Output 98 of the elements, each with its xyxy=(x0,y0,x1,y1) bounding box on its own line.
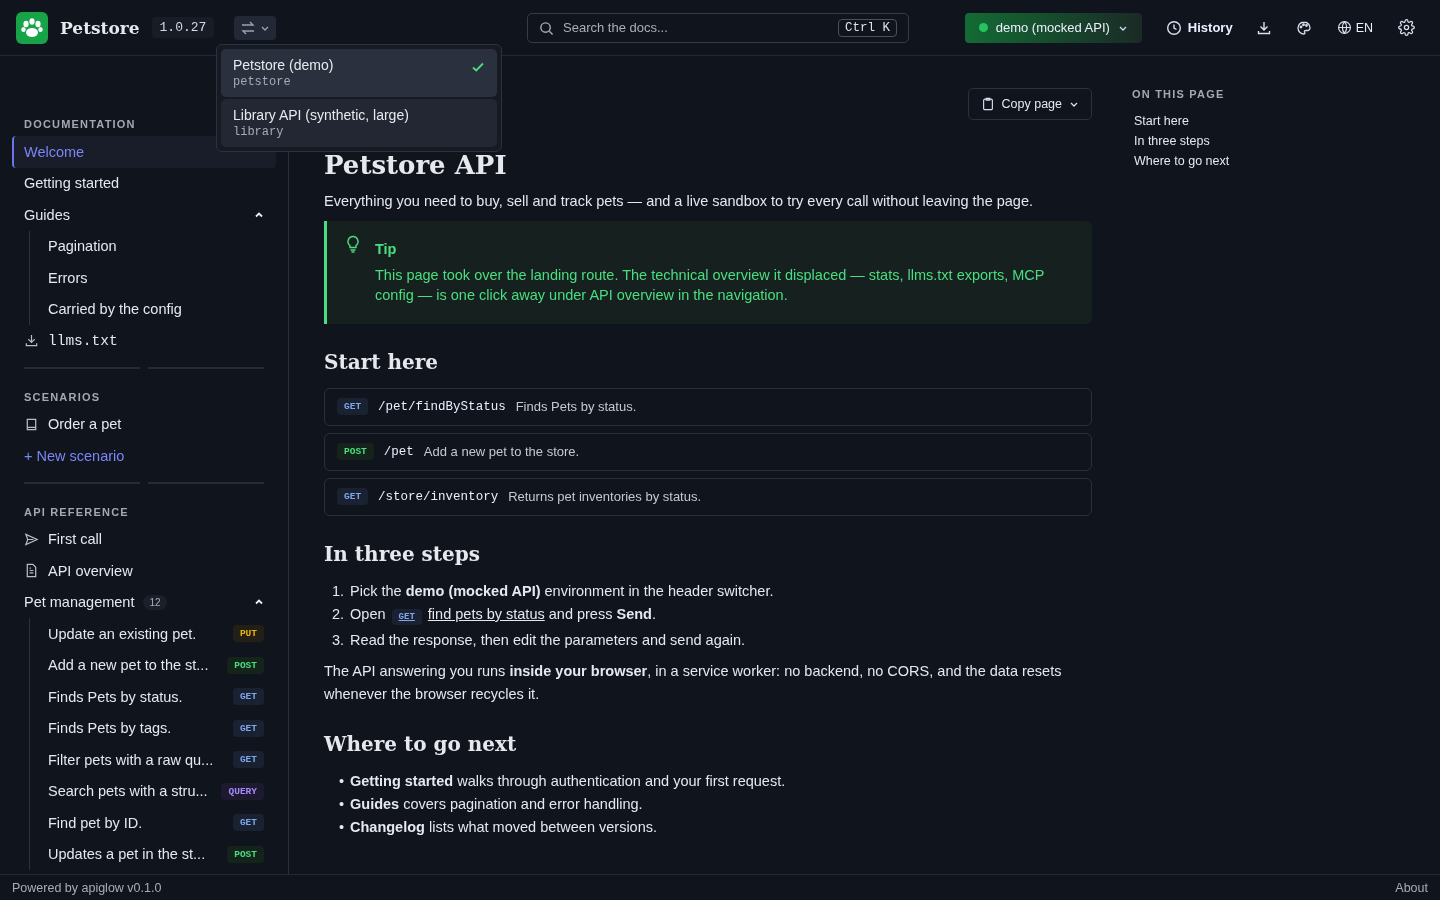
nav-group[interactable]: Guides xyxy=(12,199,276,231)
download-icon xyxy=(24,333,39,349)
clipboard-icon xyxy=(980,97,995,111)
bullet-text: Guides covers pagination and error handling. xyxy=(350,794,643,814)
product-name: Petstore xyxy=(60,17,140,38)
step-text: Read the response, then edit the parameters and send again. xyxy=(350,631,746,648)
tip-text: This page took over the landing route. The technical overview it displaced — stats, llms.txt exports, MCP config — is one click away under API overview in the navigation. xyxy=(375,266,1046,306)
language-button[interactable]: EN xyxy=(1326,14,1383,41)
section-heading: In three steps xyxy=(324,541,482,566)
document-icon xyxy=(24,563,39,579)
history-button[interactable]: History xyxy=(1157,13,1241,42)
nav-item[interactable]: Finds Pets by status. GET xyxy=(36,681,276,713)
api-slug: library xyxy=(233,125,285,139)
bullet-text: Getting started walks through authentication and your first request. xyxy=(350,771,786,791)
step-text: Pick the demo (mocked API) environment in the header switcher. xyxy=(350,582,774,599)
copy-page-button[interactable]: Copy page xyxy=(967,88,1092,120)
shortcut-key: Ctrl K xyxy=(838,18,897,37)
api-name: Library API (synthetic, large) xyxy=(233,107,409,123)
checkmark-icon xyxy=(471,60,485,74)
nav-item[interactable]: API overview xyxy=(12,555,276,587)
paw-logo-icon xyxy=(16,11,48,44)
endpoint-summary: Returns pet inventories by status. xyxy=(508,489,702,505)
method-badge: GET xyxy=(232,751,264,769)
method-badge: GET xyxy=(337,488,369,506)
method-badge: GET xyxy=(391,608,422,625)
nav-item[interactable]: First call xyxy=(12,523,276,555)
bullet-mark: • xyxy=(337,771,344,791)
method-badge: GET xyxy=(337,398,369,416)
nav-item[interactable]: Order a pet xyxy=(12,408,276,440)
search-icon xyxy=(539,20,554,36)
globe-icon xyxy=(1336,20,1352,35)
list-number: 3. xyxy=(332,630,345,650)
nav-item[interactable]: Add a new pet to the st... POST xyxy=(36,649,276,681)
section-heading: API REFERENCE xyxy=(23,505,130,520)
intro-text: Everything you need to buy, sell and track pets — and a live sandbox to try every call without leaving the page. xyxy=(324,193,1035,210)
section-heading: DOCUMENTATION xyxy=(23,118,137,132)
nav-item[interactable]: Update an existing pet. PUT xyxy=(36,618,276,650)
lightbulb-icon xyxy=(345,235,361,254)
nav-item[interactable]: Carried by the config xyxy=(36,293,276,325)
toc-link[interactable]: In three steps xyxy=(1132,134,1230,148)
endpoint-path: /store/inventory xyxy=(378,489,499,504)
nav-item[interactable]: llms.txt xyxy=(12,325,276,357)
method-badge: POST xyxy=(227,845,264,863)
environment-selector[interactable]: demo (mocked API) xyxy=(964,12,1142,43)
swap-arrows-icon xyxy=(240,19,257,36)
step-text: and press Send. xyxy=(548,605,656,622)
page-title: Petstore API xyxy=(324,150,508,182)
bullet-mark: • xyxy=(337,817,344,837)
method-badge: POST xyxy=(227,656,264,674)
api-option[interactable]: Library API (synthetic, large) library xyxy=(221,99,497,147)
toc-link[interactable]: Start here xyxy=(1132,114,1230,128)
endpoint-card[interactable]: POST /pet Add a new pet to the store. xyxy=(324,432,1092,471)
method-badge: POST xyxy=(337,443,374,461)
powered-by-text: Powered by apiglow v0.1.0 xyxy=(12,880,162,895)
nav-item[interactable]: Search pets with a stru... QUERY xyxy=(36,775,276,807)
nav-item[interactable]: Filter pets with a raw qu... GET xyxy=(36,744,276,776)
endpoint-card[interactable]: GET /pet/findByStatus Finds Pets by status. xyxy=(324,387,1092,426)
count-badge: 12 xyxy=(143,594,167,610)
method-badge: GET xyxy=(232,688,264,706)
nav-item[interactable]: Pagination xyxy=(36,230,276,262)
list-number: 1. xyxy=(332,581,345,601)
toc-link[interactable]: Where to go next xyxy=(1132,154,1230,168)
method-badge: GET xyxy=(232,719,264,737)
book-icon xyxy=(24,416,39,432)
section-heading: SCENARIOS xyxy=(23,390,102,405)
endpoint-summary: Finds Pets by status. xyxy=(515,399,637,415)
endpoint-link[interactable]: find pets by status xyxy=(427,605,545,622)
toc-heading: ON THIS PAGE xyxy=(1132,88,1226,100)
api-name: Petstore (demo) xyxy=(233,57,334,73)
nav-item[interactable]: Finds Pets by tags. GET xyxy=(36,712,276,744)
list-number: 2. xyxy=(332,604,345,624)
nav-group[interactable]: Pet management 12 xyxy=(12,586,276,618)
bullet-text: Changelog lists what moved between versions. xyxy=(350,817,658,837)
about-link[interactable]: About xyxy=(1395,880,1428,895)
new-scenario-link[interactable]: + New scenario xyxy=(12,440,276,472)
tip-title: Tip xyxy=(375,241,398,258)
step-text: Open xyxy=(350,605,386,622)
endpoint-path: /pet xyxy=(383,444,414,459)
method-badge: PUT xyxy=(232,625,264,643)
nav-item[interactable]: Getting started xyxy=(12,167,276,199)
send-icon xyxy=(24,531,39,547)
endpoint-summary: Add a new pet to the store. xyxy=(423,444,580,460)
method-badge: GET xyxy=(232,814,264,832)
bullet-mark: • xyxy=(337,794,344,814)
method-badge: QUERY xyxy=(221,782,264,800)
nav-item[interactable]: Updates a pet in the st... POST xyxy=(36,838,276,870)
nav-item[interactable]: Find pet by ID. GET xyxy=(36,807,276,839)
section-heading: Start here xyxy=(324,349,439,374)
api-option[interactable]: Petstore (demo) petstore xyxy=(221,49,497,97)
section-heading: Where to go next xyxy=(324,731,518,756)
body-text: The API answering you runs inside your browser, in a service worker: no backend, no CORS, and the data resets whenever the browser recycles it. xyxy=(324,661,1063,704)
clock-icon xyxy=(1165,19,1182,36)
api-switcher-button[interactable] xyxy=(234,15,277,40)
api-slug: petstore xyxy=(233,75,292,89)
endpoint-card[interactable]: GET /store/inventory Returns pet inventories by status. xyxy=(324,477,1092,516)
endpoint-path: /pet/findByStatus xyxy=(378,399,506,414)
nav-item[interactable]: Errors xyxy=(36,262,276,294)
version-badge: 1.0.27 xyxy=(151,17,215,38)
